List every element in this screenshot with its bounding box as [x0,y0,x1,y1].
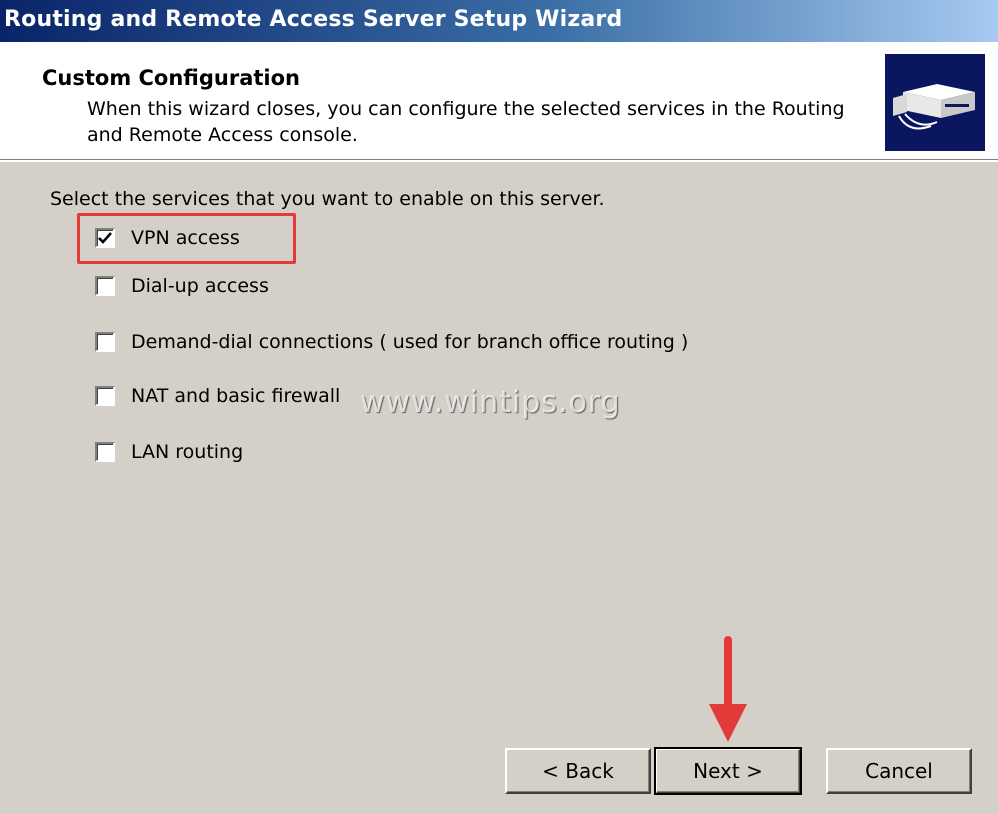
cancel-button[interactable]: Cancel [826,748,972,794]
next-button[interactable]: Next > [654,747,802,795]
lan-routing-option[interactable]: LAN routing [95,438,243,466]
lan-routing-label: LAN routing [131,441,244,463]
dial-up-access-checkbox[interactable] [95,276,115,296]
vpn-highlight-box [77,213,296,264]
window-title: Routing and Remote Access Server Setup W… [4,7,623,32]
title-bar[interactable]: Routing and Remote Access Server Setup W… [0,0,998,42]
nat-firewall-checkbox[interactable] [95,386,115,406]
dial-up-access-option[interactable]: Dial-up access [95,272,269,300]
lan-routing-checkbox[interactable] [95,442,115,462]
wizard-header: Custom Configuration When this wizard cl… [0,42,998,160]
instruction-text: Select the services that you want to ena… [50,188,605,210]
nat-firewall-label: NAT and basic firewall [131,385,341,407]
page-subtitle: When this wizard closes, you can configu… [87,98,845,146]
demand-dial-label: Demand-dial connections ( used for branc… [131,331,689,353]
watermark: www.wintips.org [360,385,621,420]
network-server-icon [885,54,985,151]
page-title: Custom Configuration [42,66,300,90]
dial-up-access-label: Dial-up access [131,275,269,297]
red-arrow-icon [709,636,747,742]
header-separator [0,159,998,162]
demand-dial-option[interactable]: Demand-dial connections ( used for branc… [95,328,688,356]
demand-dial-checkbox[interactable] [95,332,115,352]
back-button[interactable]: < Back [505,748,651,794]
nat-firewall-option[interactable]: NAT and basic firewall [95,382,340,410]
